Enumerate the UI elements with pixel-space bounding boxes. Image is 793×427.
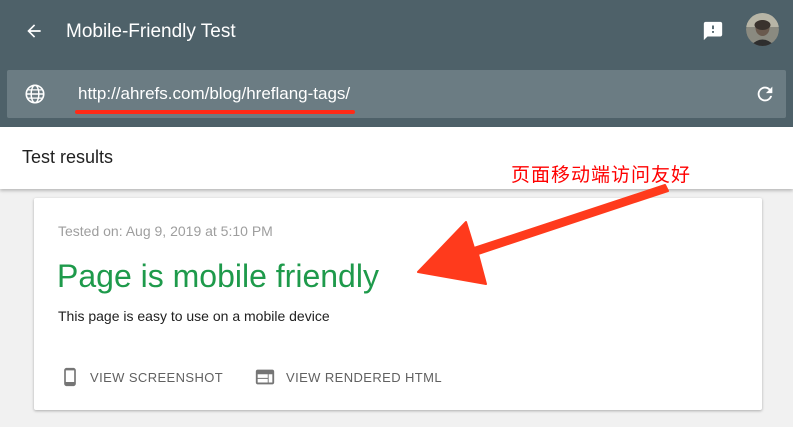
web-icon — [255, 369, 275, 385]
view-screenshot-button[interactable]: VIEW SCREENSHOT — [60, 366, 223, 388]
app-header: Mobile-Friendly Test http://ahrefs.com/b… — [0, 0, 793, 127]
arrow-back-icon — [27, 24, 41, 38]
status-title: Page is mobile friendly — [57, 258, 379, 294]
view-rendered-html-label: VIEW RENDERED HTML — [286, 369, 442, 385]
feedback-icon — [703, 21, 723, 41]
app-title: Mobile-Friendly Test — [66, 21, 236, 42]
view-rendered-html-button[interactable]: VIEW RENDERED HTML — [254, 366, 442, 388]
avatar[interactable] — [746, 13, 779, 46]
page: Mobile-Friendly Test http://ahrefs.com/b… — [0, 0, 793, 427]
url-bar: http://ahrefs.com/blog/hreflang-tags/ — [7, 70, 786, 118]
view-screenshot-label: VIEW SCREENSHOT — [90, 369, 224, 385]
back-button[interactable] — [22, 19, 46, 43]
tested-on-timestamp: Tested on: Aug 9, 2019 at 5:10 PM — [58, 223, 273, 239]
status-description: This page is easy to use on a mobile dev… — [58, 308, 330, 324]
avatar-image — [746, 13, 779, 46]
feedback-button[interactable] — [701, 19, 725, 43]
annotation-text: 页面移动端访问友好 — [511, 164, 692, 186]
phone-icon — [64, 367, 76, 387]
result-card: Tested on: Aug 9, 2019 at 5:10 PM Page i… — [34, 198, 762, 410]
results-title: Test results — [22, 147, 114, 167]
globe-icon — [25, 84, 45, 104]
reload-icon[interactable] — [754, 83, 776, 105]
url-highlight-underline — [75, 110, 355, 114]
url-input[interactable]: http://ahrefs.com/blog/hreflang-tags/ — [78, 82, 350, 106]
